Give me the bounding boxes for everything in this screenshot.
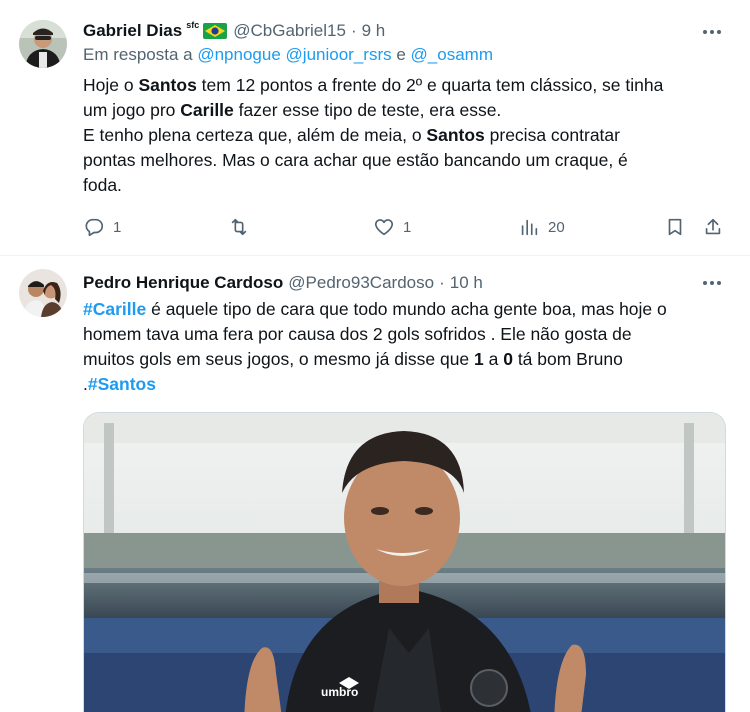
text-line: homem tava uma fera por causa dos 2 gols… (83, 324, 632, 344)
tweet-text: #Carille é aquele tipo de cara que todo … (83, 297, 733, 397)
text-line: foda. (83, 175, 122, 195)
like-count: 1 (403, 218, 412, 236)
retweet-button[interactable] (228, 212, 258, 242)
retweet-icon (231, 218, 247, 236)
reply-count: 1 (113, 218, 122, 236)
reply-user-link[interactable]: @junioor_rsrs (286, 45, 392, 64)
bookmark-button[interactable] (664, 212, 686, 242)
text-line: E tenho plena certeza que, além de meia,… (83, 125, 620, 145)
reply-user-link[interactable]: @npnogue (197, 45, 280, 64)
like-button[interactable]: 1 (373, 212, 411, 242)
views-icon (521, 219, 538, 236)
tweet-actions: 1 1 20 (0, 212, 750, 242)
more-icon[interactable] (698, 22, 726, 42)
tweet-text: Hoje o Santos tem 12 pontos a frente do … (83, 73, 733, 198)
author-handle[interactable]: @Pedro93Cardoso (288, 273, 434, 293)
brazil-flag-icon (203, 23, 228, 39)
timestamp[interactable]: 10 h (450, 273, 483, 293)
tweet-header: Pedro Henrique Cardoso @Pedro93Cardoso ·… (83, 271, 483, 295)
author-name[interactable]: Gabriel Dias (83, 21, 182, 41)
share-icon (705, 218, 721, 235)
author-name[interactable]: Pedro Henrique Cardoso (83, 273, 283, 293)
heart-icon (374, 219, 394, 236)
text-line: muitos gols em seus jogos, o mesmo já di… (83, 349, 623, 369)
author-badge: sfc (186, 20, 200, 30)
bookmark-icon (668, 218, 682, 236)
reply-user-link[interactable]: @_osamm (411, 45, 493, 64)
timestamp[interactable]: 9 h (362, 21, 386, 41)
hashtag-link[interactable]: #Santos (88, 374, 156, 394)
text-line: .#Santos (83, 374, 156, 394)
text-line: Hoje o Santos tem 12 pontos a frente do … (83, 75, 664, 95)
reply-context: Em resposta a @npnogue @junioor_rsrs e @… (83, 45, 493, 65)
reply-button[interactable]: 1 (83, 212, 121, 242)
tweet-header: Gabriel Dias sfc @CbGabriel15 · 9 h (83, 19, 385, 43)
share-button[interactable] (702, 212, 724, 242)
avatar[interactable] (19, 20, 67, 68)
text-line: #Carille é aquele tipo de cara que todo … (83, 299, 667, 319)
separator-dot: · (439, 273, 445, 292)
reply-prefix: Em resposta a (83, 45, 193, 64)
tweet-gabriel[interactable]: Gabriel Dias sfc @CbGabriel15 · 9 h Em r… (0, 0, 750, 256)
views-count: 20 (548, 218, 565, 236)
author-handle[interactable]: @CbGabriel15 (233, 21, 346, 41)
avatar[interactable] (19, 269, 67, 317)
reply-icon (85, 218, 104, 237)
tweet-media-photo[interactable]: umbro (83, 412, 726, 712)
tweet-pedro[interactable]: Pedro Henrique Cardoso @Pedro93Cardoso ·… (0, 257, 750, 712)
separator-dot: · (350, 21, 357, 40)
reply-conjunction: e (396, 45, 406, 64)
shirt-logo-text: umbro (321, 685, 359, 699)
text-line: um jogo pro Carille fazer esse tipo de t… (83, 100, 502, 120)
text-line: pontas melhores. Mas o cara achar que es… (83, 150, 628, 170)
views-button[interactable]: 20 (518, 212, 565, 242)
hashtag-link[interactable]: #Carille (83, 299, 146, 319)
more-icon[interactable] (698, 273, 726, 293)
